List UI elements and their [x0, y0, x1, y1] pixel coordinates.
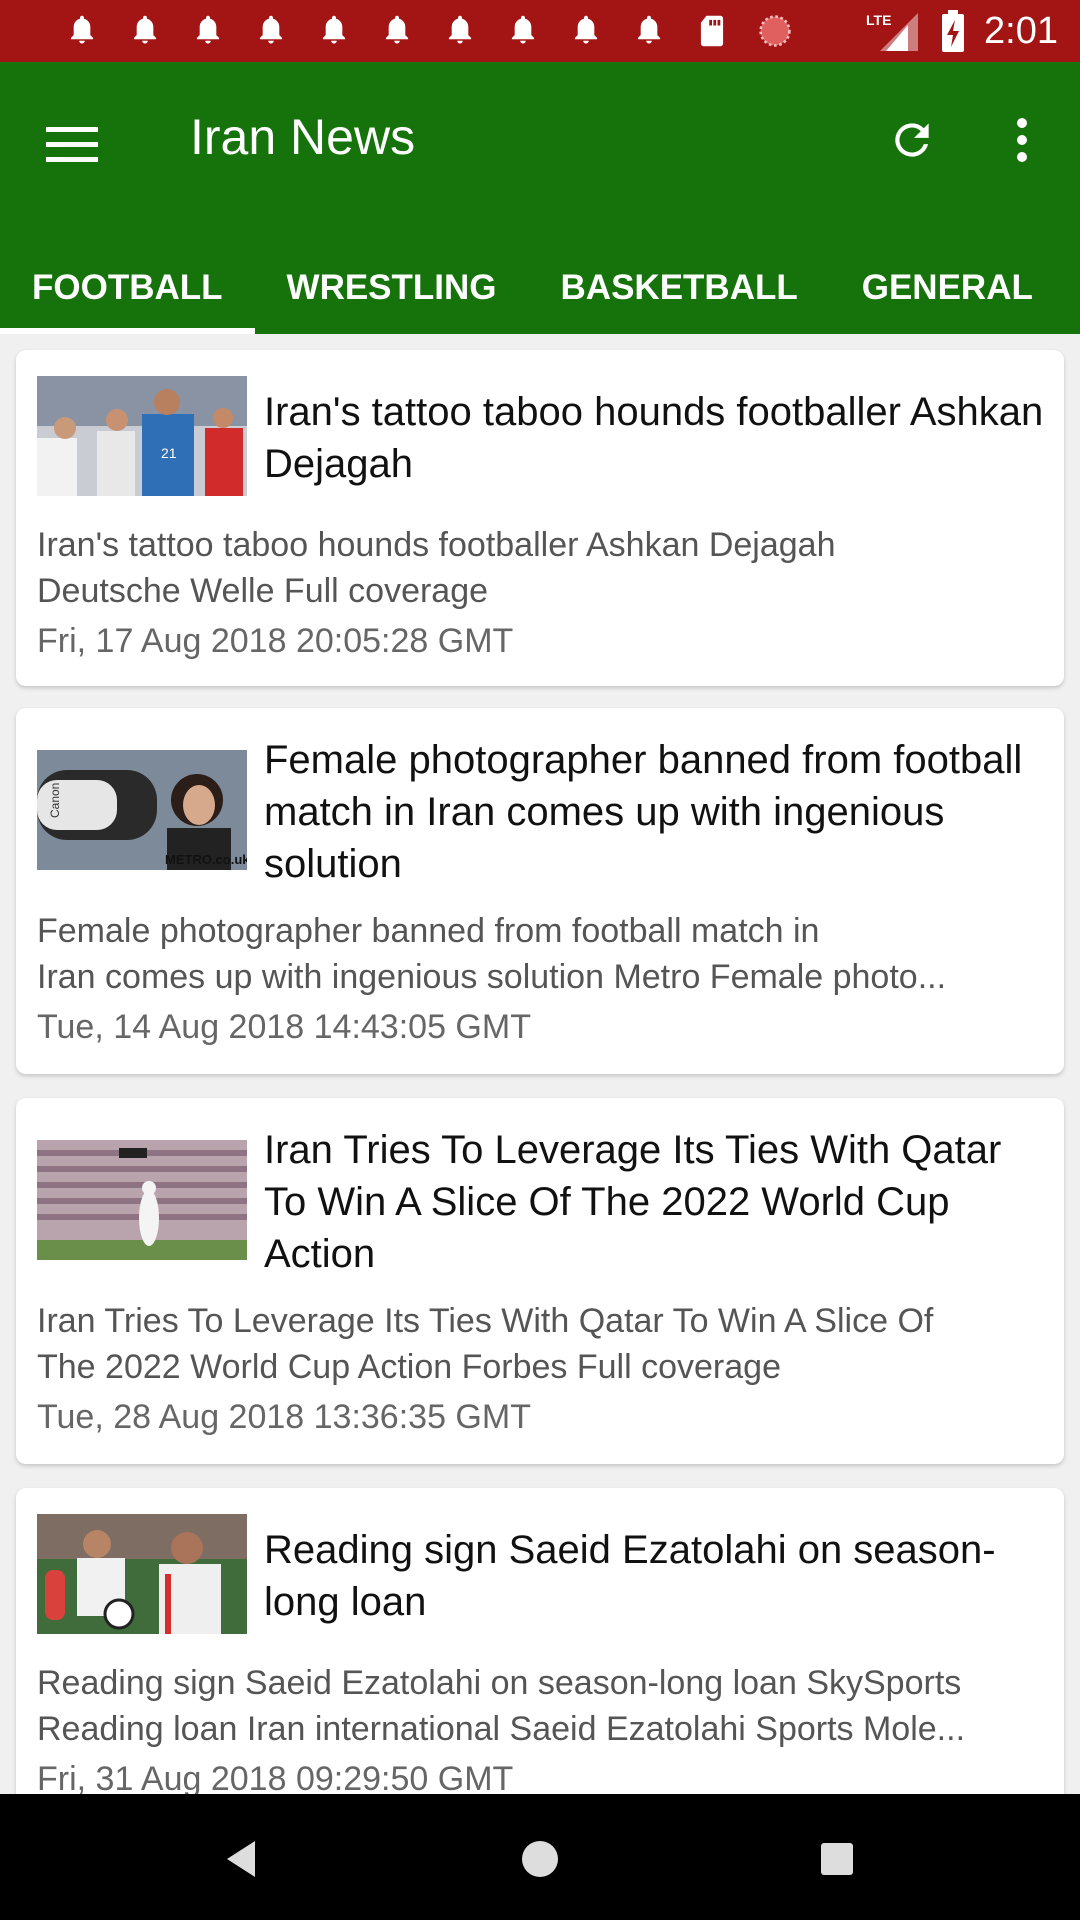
article-title[interactable]: Reading sign Saeid Ezatolahi on season-l… [264, 1524, 1044, 1628]
bell-icon [617, 0, 680, 62]
bell-icon [554, 0, 617, 62]
bell-icon [176, 0, 239, 62]
article-description: Female photographer banned from football… [37, 908, 1046, 1000]
bell-icon [365, 0, 428, 62]
refresh-icon [895, 123, 929, 157]
back-button[interactable] [206, 1824, 276, 1894]
article-description-line: Deutsche Welle Full coverage [37, 572, 489, 610]
article-thumbnail: Canon METRO.co.uk [37, 750, 247, 870]
home-circle-icon [522, 1841, 558, 1877]
article-title[interactable]: Iran Tries To Leverage Its Ties With Qat… [264, 1124, 1044, 1280]
article-title[interactable]: Iran's tattoo taboo hounds footballer As… [264, 386, 1044, 490]
article-description: Iran Tries To Leverage Its Ties With Qat… [37, 1298, 1046, 1390]
article-date: Fri, 17 Aug 2018 20:05:28 GMT [37, 622, 514, 660]
article-thumbnail [37, 1140, 247, 1260]
tab-wrestling[interactable]: WRESTLING [255, 242, 529, 334]
clock: 2:01 [984, 9, 1058, 52]
svg-text:21: 21 [161, 445, 177, 461]
bell-icon [50, 0, 113, 62]
article-card[interactable]: Canon METRO.co.uk Female photographer ba… [16, 708, 1064, 1074]
tab-general[interactable]: GENERAL [830, 242, 1065, 334]
article-thumbnail: 21 [37, 376, 247, 496]
article-card[interactable]: Reading sign Saeid Ezatolahi on season-l… [16, 1488, 1064, 1794]
article-card[interactable]: Iran Tries To Leverage Its Ties With Qat… [16, 1098, 1064, 1464]
tab-n[interactable]: N [1065, 242, 1080, 334]
article-card[interactable]: 21 Iran's tattoo taboo hounds footballer… [16, 350, 1064, 686]
system-navigation-bar [0, 1794, 1080, 1920]
article-description-line: Reading loan Iran international Saeid Ez… [37, 1710, 966, 1748]
app-title: Iran News [190, 109, 416, 165]
category-tabs: FOOTBALL WRESTLING BASKETBALL GENERAL N [0, 242, 1080, 334]
battery-charging-icon [942, 10, 965, 52]
article-description-line: Female photographer banned from football… [37, 912, 820, 950]
article-list[interactable]: 21 Iran's tattoo taboo hounds footballer… [0, 334, 1080, 1794]
svg-text:LTE: LTE [866, 12, 891, 28]
article-date: Tue, 28 Aug 2018 13:36:35 GMT [37, 1398, 531, 1436]
notification-icons [50, 0, 806, 62]
article-description: Reading sign Saeid Ezatolahi on season-l… [37, 1660, 1046, 1752]
article-description: Iran's tattoo taboo hounds footballer As… [37, 522, 1046, 614]
tab-football[interactable]: FOOTBALL [0, 242, 255, 334]
article-description-line: Iran comes up with ingenious solution Me… [37, 958, 947, 996]
app-bar: Iran News FOOTBALL WRESTLING BASKETBALL … [0, 62, 1080, 334]
system-status: LTE 2:01 [862, 0, 1058, 62]
more-vertical-icon [1017, 118, 1027, 162]
svg-text:METRO.co.uk: METRO.co.uk [165, 852, 247, 867]
back-triangle-icon [227, 1841, 255, 1877]
status-bar: LTE 2:01 [0, 0, 1080, 62]
menu-button[interactable] [40, 112, 104, 176]
article-description-line: Reading sign Saeid Ezatolahi on season-l… [37, 1664, 962, 1702]
recents-square-icon [821, 1843, 853, 1875]
refresh-button[interactable] [880, 104, 944, 176]
tab-basketball[interactable]: BASKETBALL [529, 242, 830, 334]
hamburger-menu-icon [46, 127, 98, 162]
overflow-menu-button[interactable] [990, 104, 1054, 176]
sd-card-icon [680, 0, 743, 62]
article-description-line: The 2022 World Cup Action Forbes Full co… [37, 1348, 781, 1386]
home-button[interactable] [505, 1824, 575, 1894]
bell-icon [113, 0, 176, 62]
record-icon [743, 0, 806, 62]
lte-signal-icon: LTE [866, 12, 919, 51]
article-description-line: Iran's tattoo taboo hounds footballer As… [37, 526, 836, 564]
svg-text:Canon: Canon [48, 783, 62, 818]
article-description-line: Iran Tries To Leverage Its Ties With Qat… [37, 1302, 934, 1340]
bell-icon [428, 0, 491, 62]
article-date: Fri, 31 Aug 2018 09:29:50 GMT [37, 1760, 514, 1794]
bell-icon [239, 0, 302, 62]
article-title[interactable]: Female photographer banned from football… [264, 734, 1044, 890]
article-date: Tue, 14 Aug 2018 14:43:05 GMT [37, 1008, 531, 1046]
bell-icon [302, 0, 365, 62]
article-thumbnail [37, 1514, 247, 1634]
recents-button[interactable] [802, 1824, 872, 1894]
bell-icon [491, 0, 554, 62]
